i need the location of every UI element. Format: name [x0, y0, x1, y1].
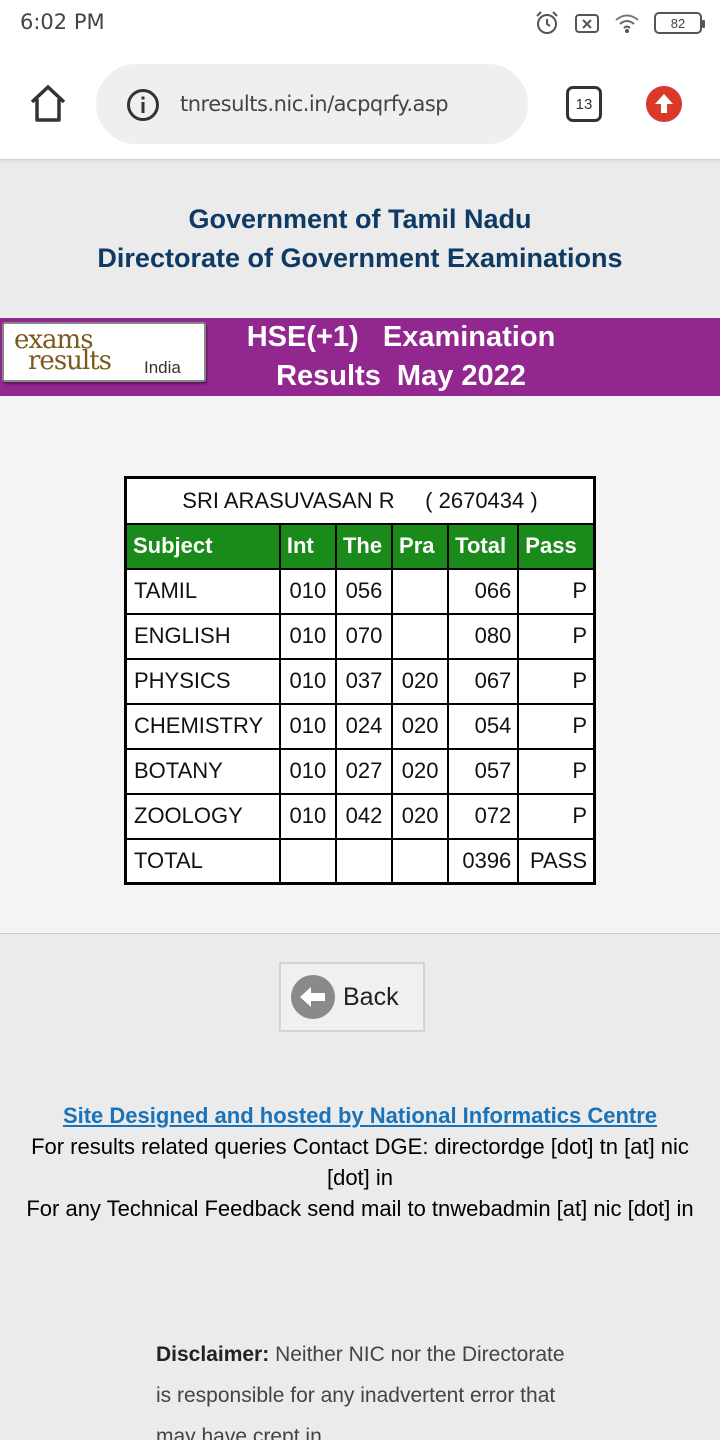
total-cell: 057 — [447, 747, 520, 795]
wifi-icon — [615, 14, 639, 33]
exams-results-india-logo[interactable]: exams results India — [2, 322, 206, 382]
back-arrow-icon — [291, 975, 335, 1019]
column-header-subject: Subject — [124, 522, 281, 570]
the-cell: 027 — [334, 747, 394, 795]
table-row: PHYSICS 010 037 020 067 P — [124, 657, 596, 705]
tab-count: 13 — [575, 95, 593, 113]
the-cell — [334, 837, 394, 885]
subject-cell: ENGLISH — [124, 612, 281, 660]
int-cell — [278, 837, 337, 885]
table-header-row: Subject Int The Pra Total Pass — [124, 522, 596, 570]
the-cell: 037 — [334, 657, 394, 705]
subject-cell: CHEMISTRY — [124, 702, 281, 750]
pass-cell: P — [517, 612, 596, 660]
banner-title-line-1: HSE(+1) Examination — [246, 321, 556, 353]
table-row: ZOOLOGY 010 042 020 072 P — [124, 792, 596, 840]
int-cell: 010 — [278, 612, 337, 660]
student-row: SRI ARASUVASAN R ( 2670434 ) — [124, 476, 596, 525]
int-cell: 010 — [278, 567, 337, 615]
pra-cell — [391, 612, 450, 660]
total-cell: 054 — [447, 702, 520, 750]
disclaimer-label: Disclaimer: — [156, 1343, 270, 1366]
exam-banner: exams results India HSE(+1) Examination … — [0, 318, 720, 396]
battery-level: 82 — [670, 15, 686, 31]
subject-cell: TOTAL — [124, 837, 281, 885]
subject-cell: ZOOLOGY — [124, 792, 281, 840]
alarm-icon — [536, 11, 558, 34]
table-row: TAMIL 010 056 066 P — [124, 567, 596, 615]
table-row: BOTANY 010 027 020 057 P — [124, 747, 596, 795]
the-cell: 070 — [334, 612, 394, 660]
footer: Site Designed and hosted by National Inf… — [0, 1100, 720, 1224]
subject-cell: BOTANY — [124, 747, 281, 795]
pass-cell: P — [517, 747, 596, 795]
url-text[interactable]: tnresults.nic.in/acpqrfy.asp — [180, 92, 449, 116]
header-line-1: Government of Tamil Nadu — [188, 204, 532, 234]
the-cell: 042 — [334, 792, 394, 840]
overall-result-cell: PASS — [517, 837, 596, 885]
subject-cell: PHYSICS — [124, 657, 281, 705]
technical-feedback-text: For any Technical Feedback send mail to … — [26, 1196, 694, 1221]
logo-india-text: India — [144, 358, 181, 377]
disclaimer: Disclaimer: Neither NIC nor the Director… — [156, 1334, 576, 1440]
total-cell: 080 — [447, 612, 520, 660]
browser-toolbar: tnresults.nic.in/acpqrfy.asp 13 — [0, 48, 720, 160]
student-name: SRI ARASUVASAN R — [182, 487, 395, 513]
logo-results-text: results — [28, 346, 112, 376]
subject-cell: TAMIL — [124, 567, 281, 615]
column-header-the: The — [334, 522, 394, 570]
column-header-total: Total — [447, 522, 520, 570]
status-time: 6:02 PM — [20, 10, 105, 34]
back-arrow-glyph — [300, 987, 325, 1007]
back-button-label: Back — [343, 982, 399, 1011]
address-bar[interactable]: tnresults.nic.in/acpqrfy.asp — [96, 64, 528, 144]
student-name-cell: SRI ARASUVASAN R ( 2670434 ) — [124, 476, 596, 525]
status-icons: 82 — [534, 10, 705, 36]
update-arrow-icon[interactable] — [646, 86, 682, 122]
notification-x-icon — [575, 14, 599, 33]
total-cell: 072 — [447, 792, 520, 840]
column-header-pra: Pra — [391, 522, 450, 570]
home-icon[interactable] — [24, 80, 72, 128]
pra-cell: 020 — [391, 747, 450, 795]
pass-cell: P — [517, 702, 596, 750]
int-cell: 010 — [278, 747, 337, 795]
table-row: CHEMISTRY 010 024 020 054 P — [124, 702, 596, 750]
register-number: ( 2670434 ) — [425, 487, 538, 513]
the-cell: 056 — [334, 567, 394, 615]
table-row: ENGLISH 010 070 080 P — [124, 612, 596, 660]
total-cell: 066 — [447, 567, 520, 615]
grand-total-cell: 0396 — [447, 837, 520, 885]
the-cell: 024 — [334, 702, 394, 750]
pra-cell — [391, 567, 450, 615]
status-bar: 6:02 PM 82 — [0, 0, 720, 48]
pass-cell: P — [517, 792, 596, 840]
int-cell: 010 — [278, 657, 337, 705]
result-area: SRI ARASUVASAN R ( 2670434 ) Subject Int… — [0, 396, 720, 934]
header-line-2: Directorate of Government Examinations — [97, 243, 623, 273]
total-row: TOTAL 0396 PASS — [124, 837, 596, 885]
total-cell: 067 — [447, 657, 520, 705]
info-icon[interactable] — [126, 88, 160, 122]
nic-credit-link[interactable]: Site Designed and hosted by National Inf… — [12, 1100, 708, 1131]
pra-cell: 020 — [391, 702, 450, 750]
pra-cell: 020 — [391, 792, 450, 840]
back-button[interactable]: Back — [279, 962, 425, 1032]
page-header: Government of Tamil Nadu Directorate of … — [0, 200, 720, 278]
pass-cell: P — [517, 567, 596, 615]
int-cell: 010 — [278, 702, 337, 750]
contact-dge-text: For results related queries Contact DGE:… — [31, 1134, 689, 1190]
results-table: SRI ARASUVASAN R ( 2670434 ) Subject Int… — [124, 476, 596, 885]
pra-cell — [391, 837, 450, 885]
banner-title-line-2: Results May 2022 — [276, 360, 526, 392]
tabs-button[interactable]: 13 — [566, 86, 602, 122]
int-cell: 010 — [278, 792, 337, 840]
column-header-pass: Pass — [517, 522, 596, 570]
battery-indicator: 82 — [654, 12, 705, 34]
column-header-int: Int — [278, 522, 337, 570]
pass-cell: P — [517, 657, 596, 705]
pra-cell: 020 — [391, 657, 450, 705]
banner-title: HSE(+1) Examination Results May 2022 — [206, 318, 596, 396]
